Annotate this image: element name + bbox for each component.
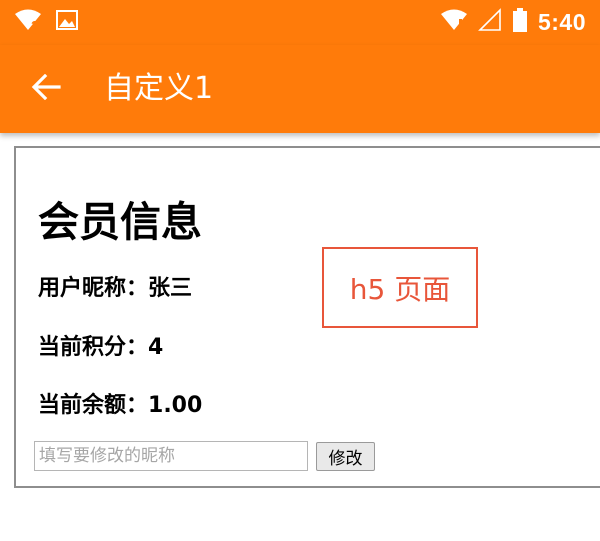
- nickname-input[interactable]: [34, 441, 308, 471]
- status-bar-left: ?: [14, 8, 78, 36]
- nickname-label: 用户昵称：: [38, 276, 149, 301]
- back-button[interactable]: [24, 67, 68, 111]
- points-row: 当前积分：4: [38, 329, 163, 361]
- app-bar-title: 自定义1: [104, 71, 214, 106]
- app-bar: 自定义1: [0, 45, 600, 133]
- battery-icon: [512, 7, 528, 37]
- annotation-box: h5 页面: [322, 247, 478, 328]
- wifi-alert-icon: [440, 8, 468, 36]
- points-label: 当前积分：: [38, 335, 149, 360]
- nickname-row: 用户昵称：张三: [38, 270, 192, 302]
- svg-text:?: ?: [31, 18, 39, 32]
- page-title: 会员信息: [38, 198, 202, 246]
- modify-button[interactable]: 修改: [316, 442, 375, 471]
- balance-row: 当前余额：1.00: [38, 387, 202, 419]
- image-icon: [56, 10, 78, 34]
- annotation-label: h5 页面: [349, 272, 451, 306]
- webview-frame: 会员信息 用户昵称：张三 当前积分：4 当前余额：1.00 修改: [14, 146, 600, 488]
- status-bar: ? 5:40: [0, 0, 600, 45]
- balance-label: 当前余额：: [38, 393, 149, 418]
- cell-signal-icon: [478, 8, 502, 36]
- wifi-question-icon: ?: [14, 8, 42, 36]
- status-time: 5:40: [537, 8, 586, 35]
- status-bar-right: 5:40: [440, 6, 586, 38]
- points-value: 4: [148, 335, 164, 360]
- arrow-left-icon: [31, 73, 61, 104]
- balance-value: 1.00: [148, 393, 203, 418]
- nickname-value: 张三: [148, 276, 193, 301]
